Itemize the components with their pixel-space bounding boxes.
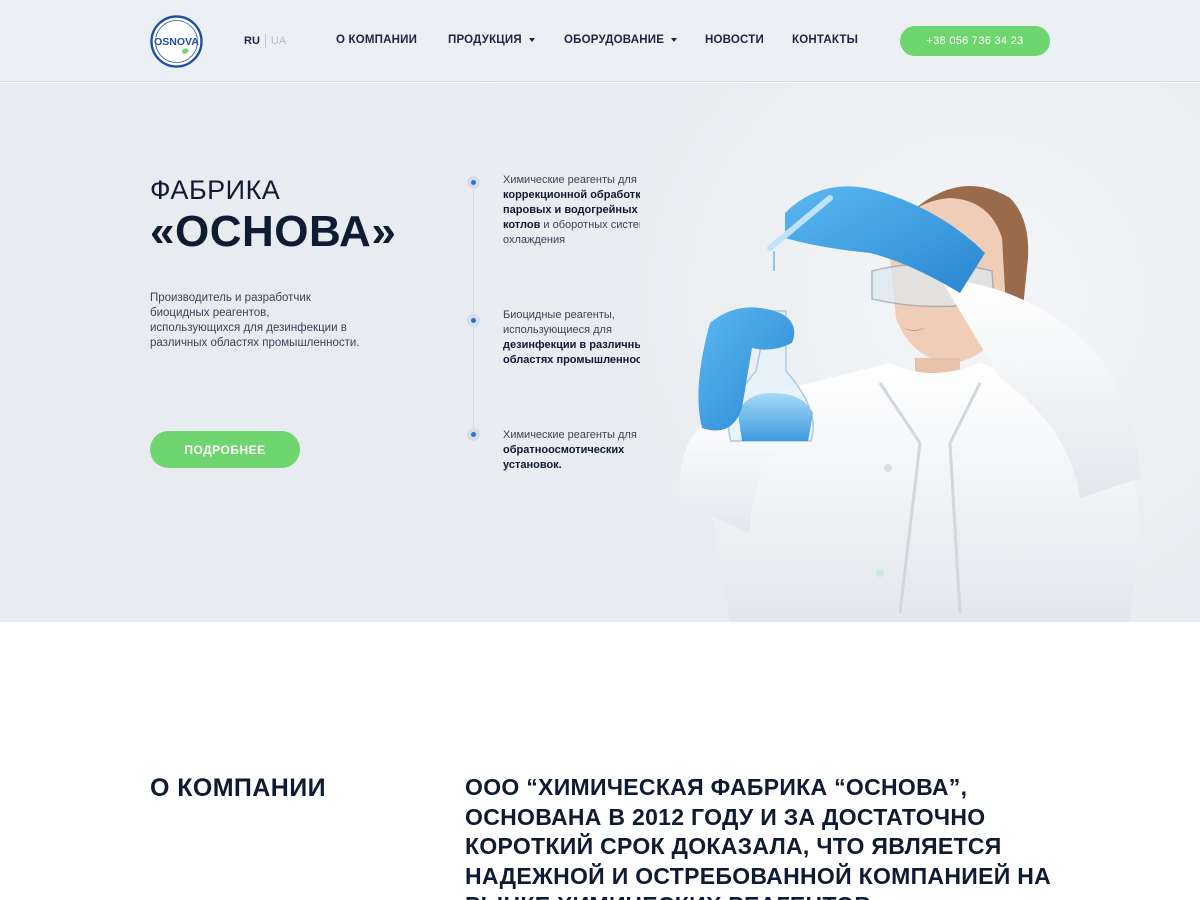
language-switcher: RU UA: [244, 34, 286, 48]
chevron-down-icon: [528, 38, 535, 42]
bullet-dot-icon: [467, 428, 480, 441]
svg-text:OSNOVA: OSNOVA: [154, 36, 199, 48]
timeline-line: [473, 183, 474, 433]
nav-equipment-label: ОБОРУДОВАНИЕ: [564, 34, 665, 46]
scientist-image: [640, 83, 1200, 622]
nav-equipment[interactable]: ОБОРУДОВАНИЕ: [564, 34, 678, 46]
lang-ua[interactable]: UA: [271, 35, 286, 47]
about-text: ООО “ХИМИЧЕСКАЯ ФАБРИКА “ОСНОВА”, ОСНОВА…: [465, 774, 1052, 900]
hero-subtitle: ФАБРИКА: [150, 175, 281, 205]
feature-bold-text: дезинфекции в различных областях промышл…: [503, 339, 661, 366]
feature-text: Биоцидные реагенты, использующиеся для: [503, 309, 615, 336]
chevron-down-icon: [671, 38, 678, 42]
feature-text: Химические реагенты для: [503, 174, 637, 186]
nav-contacts[interactable]: КОНТАКТЫ: [792, 34, 858, 46]
phone-button[interactable]: +38 056 736 34 23: [900, 26, 1050, 56]
nav-products[interactable]: ПРОДУКЦИЯ: [448, 34, 535, 46]
nav-about[interactable]: О КОМПАНИИ: [336, 34, 417, 46]
lang-ru[interactable]: RU: [244, 35, 260, 47]
more-button[interactable]: ПОДРОБНЕЕ: [150, 431, 300, 468]
bullet-dot-icon: [467, 176, 480, 189]
hero-description: Производитель и разработчик биоцидных ре…: [150, 292, 360, 349]
bullet-dot-icon: [467, 314, 480, 327]
about-heading: О КОМПАНИИ: [150, 774, 326, 802]
nav-about-label: О КОМПАНИИ: [336, 34, 418, 46]
nav-news-label: НОВОСТИ: [705, 34, 764, 46]
hero-section: ФАБРИКА «ОСНОВА» Производитель и разрабо…: [0, 83, 1200, 622]
feature-text: Химические реагенты для: [503, 429, 637, 441]
nav-products-label: ПРОДУКЦИЯ: [448, 34, 522, 46]
hero-title: «ОСНОВА»: [150, 207, 397, 256]
nav-contacts-label: КОНТАКТЫ: [792, 34, 859, 46]
osnova-logo[interactable]: OSNOVA: [150, 15, 203, 68]
nav-news[interactable]: НОВОСТИ: [705, 34, 764, 46]
site-header: OSNOVA RU UA О КОМПАНИИ ПРОДУКЦИЯ ОБОРУД…: [0, 0, 1200, 82]
feature-bold-text: обратноосмотических установок.: [503, 444, 625, 471]
lang-divider: [264, 34, 266, 48]
